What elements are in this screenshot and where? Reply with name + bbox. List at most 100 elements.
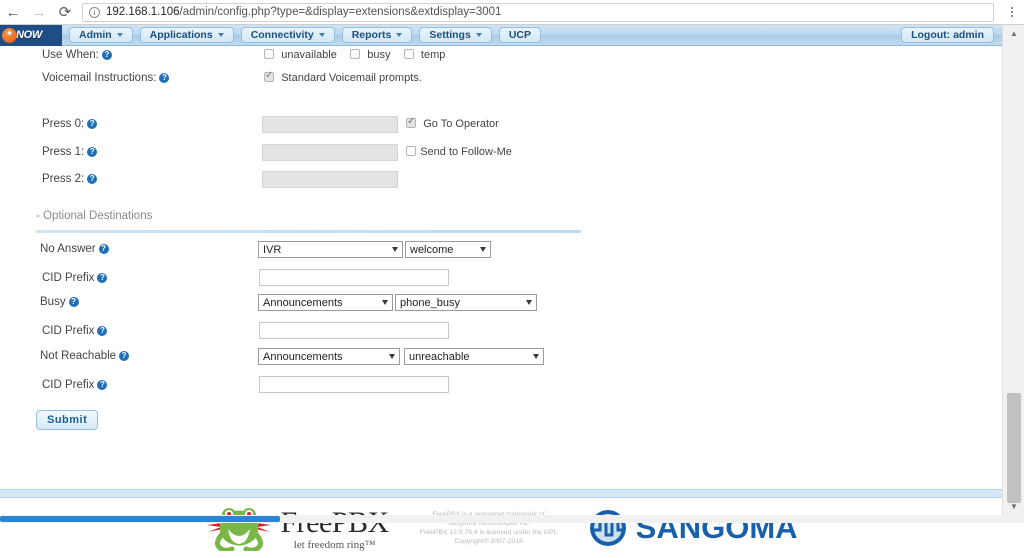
nav-item-label: Applications [150,29,213,41]
chevron-down-icon [526,300,532,305]
not-reachable-destination-value-select[interactable]: unreachable [404,348,544,365]
checkbox-standard-voicemail-prompts[interactable] [264,72,274,82]
logout-label: Logout: admin [911,29,984,41]
press-2-label: Press 2: ? [42,173,97,185]
submit-button[interactable]: Submit [36,410,98,430]
nav-item-label: Reports [352,29,392,41]
press-1-followme-option: Send to Follow-Me [406,146,512,158]
freepbx-name: FreePBX [280,508,388,538]
extension-voicemail-form: Use When: ? unavailable busy temp Voicem… [0,46,1002,523]
freepbx-frog-icon [204,505,274,551]
no-answer-destination-type-select[interactable]: IVR [258,241,403,258]
nav-item-admin[interactable]: Admin [69,27,133,43]
chevron-down-icon [476,33,482,37]
scroll-up-icon[interactable]: ▲ [1003,25,1024,42]
busy-cid-prefix-label: CID Prefix ? [42,325,107,337]
nav-item-label: Settings [429,29,470,41]
reload-icon[interactable]: ⟳ [52,0,78,25]
checkbox-busy-label: busy [367,49,390,61]
help-icon[interactable]: ? [99,244,109,254]
chevron-down-icon [382,300,388,305]
nav-item-label: Connectivity [251,29,314,41]
url-text: 192.168.1.106/admin/config.php?type=&dis… [106,6,501,18]
checkbox-busy[interactable] [350,49,360,59]
press-0-label: Press 0: ? [42,118,97,130]
freepbx-logo: FreePBX let freedom ring™ [204,505,388,551]
url-path: /admin/config.php?type=&display=extensio… [180,6,502,18]
checkbox-send-to-follow-me[interactable] [406,146,416,156]
help-icon[interactable]: ? [97,380,107,390]
checkbox-temp[interactable] [404,49,414,59]
checkbox-temp-label: temp [421,49,445,61]
help-icon[interactable]: ? [87,147,97,157]
checkbox-unavailable[interactable] [264,49,274,59]
freepbx-tagline: let freedom ring™ [294,539,376,551]
no-answer-cid-prefix-input[interactable] [259,269,449,286]
nav-item-ucp[interactable]: UCP [499,27,541,43]
press-1-input[interactable] [262,144,398,161]
chevron-down-icon [533,354,539,359]
chevron-down-icon [319,33,325,37]
url-host: 192.168.1.106 [106,6,180,18]
voicemail-instructions-options: Standard Voicemail prompts. [264,72,422,84]
help-icon[interactable]: ? [97,326,107,336]
use-when-label: Use When: ? [42,49,112,61]
press-2-input[interactable] [262,171,398,188]
help-icon[interactable]: ? [119,351,129,361]
back-arrow-icon[interactable]: ← [0,0,26,25]
url-bar[interactable]: i 192.168.1.106/admin/config.php?type=&d… [82,3,994,22]
chevron-down-icon [396,33,402,37]
not-reachable-cid-prefix-label: CID Prefix ? [42,379,107,391]
no-answer-label: No Answer ? [40,243,109,255]
nav-item-applications[interactable]: Applications [140,27,234,43]
checkbox-go-to-operator[interactable] [406,118,416,128]
nav-item-connectivity[interactable]: Connectivity [241,27,335,43]
vertical-scrollbar-thumb[interactable] [1007,393,1021,503]
optional-destinations-section: - Optional Destinations [36,210,581,233]
press-1-label: Press 1: ? [42,146,97,158]
forward-arrow-icon[interactable]: → [26,0,52,25]
help-icon[interactable]: ? [87,174,97,184]
nav-item-settings[interactable]: Settings [419,27,491,43]
horizontal-scrollbar[interactable] [0,515,1024,523]
busy-cid-prefix-input[interactable] [259,322,449,339]
busy-label: Busy ? [40,296,79,308]
logout-button[interactable]: Logout: admin [901,27,994,43]
chevron-down-icon [392,247,398,252]
vertical-scrollbar[interactable]: ▲ ▼ [1002,25,1024,515]
no-answer-cid-prefix-label: CID Prefix ? [42,272,107,284]
asterisk-star-icon: * [2,28,17,43]
section-divider [36,230,581,233]
help-icon[interactable]: ? [69,297,79,307]
press-0-input[interactable] [262,116,398,133]
checkbox-send-to-follow-me-label: Send to Follow-Me [420,146,512,158]
help-icon[interactable]: ? [87,119,97,129]
use-when-options: unavailable busy temp [264,49,445,61]
browser-chrome: ← → ⟳ i 192.168.1.106/admin/config.php?t… [0,0,1024,25]
checkbox-standard-voicemail-prompts-label: Standard Voicemail prompts. [281,72,422,84]
checkbox-go-to-operator-label: Go To Operator [423,118,499,130]
busy-destination-value-select[interactable]: phone_busy [395,294,537,311]
brand-now-text: NOW [16,29,42,41]
not-reachable-destination-type-select[interactable]: Announcements [258,348,400,365]
not-reachable-cid-prefix-input[interactable] [259,376,449,393]
footer-divider [0,489,1002,498]
freepbx-brand-logo[interactable]: * NOW [0,25,62,46]
nav-item-label: UCP [509,29,531,41]
help-icon[interactable]: ? [97,273,107,283]
no-answer-destination-value-select[interactable]: welcome [405,241,491,258]
optional-destinations-title: - Optional Destinations [36,210,581,222]
scroll-down-icon[interactable]: ▼ [1003,498,1024,515]
overflow-menu-icon[interactable] [1000,0,1024,25]
help-icon[interactable]: ? [159,73,169,83]
info-icon[interactable]: i [89,7,100,18]
chevron-down-icon [389,354,395,359]
nav-item-reports[interactable]: Reports [342,27,413,43]
voicemail-instructions-label: Voicemail Instructions: ? [42,72,169,84]
chevron-down-icon [218,33,224,37]
horizontal-scrollbar-thumb[interactable] [0,516,280,522]
busy-destination-type-select[interactable]: Announcements [258,294,393,311]
main-navigation-bar: * NOW Admin Applications Connectivity Re… [0,25,1002,46]
help-icon[interactable]: ? [102,50,112,60]
chevron-down-icon [480,247,486,252]
